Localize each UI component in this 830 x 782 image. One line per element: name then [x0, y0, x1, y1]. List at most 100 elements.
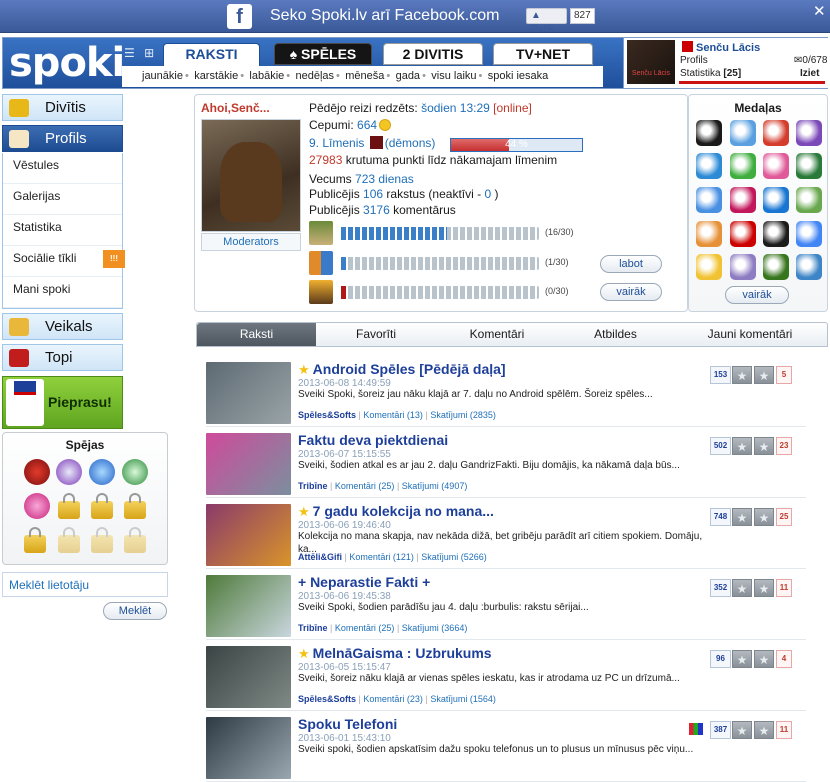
- article-category[interactable]: Spēles&Softs: [298, 694, 356, 704]
- facebook-like-button[interactable]: ▲ Patīk: [526, 8, 567, 35]
- medal-icon[interactable]: [696, 187, 722, 213]
- pieprasu-banner[interactable]: Pieprasu!: [2, 376, 123, 429]
- star-rate-icon[interactable]: ★: [754, 579, 774, 597]
- medal-icon[interactable]: [763, 153, 789, 179]
- filter-spoki-iesaka[interactable]: spoki iesaka: [488, 70, 549, 82]
- sidebar-item-topi[interactable]: Topi: [2, 344, 123, 371]
- article-thumbnail[interactable]: [206, 362, 291, 424]
- article-thumbnail[interactable]: [206, 433, 291, 495]
- article-thumbnail[interactable]: [206, 504, 291, 566]
- tab-speles[interactable]: ♠ SPĒLES: [274, 43, 372, 65]
- medal-icon[interactable]: [730, 153, 756, 179]
- filter-meneса[interactable]: mēneša: [345, 70, 384, 82]
- sidebar-item-veikals[interactable]: Veikals: [2, 313, 123, 340]
- close-icon[interactable]: ✕: [813, 2, 826, 20]
- medal-icon[interactable]: [763, 120, 789, 146]
- article-item[interactable]: + Neparastie Fakti +2013-06-06 19:45:38 S…: [206, 574, 806, 640]
- mail-counter[interactable]: ✉0/678: [794, 55, 827, 66]
- site-logo[interactable]: spoki: [5, 39, 125, 87]
- star-rate-icon[interactable]: ★: [754, 366, 774, 384]
- medal-icon[interactable]: [796, 120, 822, 146]
- article-item[interactable]: Spoku Telefoni 2013-06-01 15:43:10 Sveiki …: [206, 716, 806, 782]
- star-rate-icon[interactable]: ★: [754, 437, 774, 455]
- article-comments[interactable]: Komentāri (25): [335, 481, 395, 491]
- medal-icon[interactable]: [730, 187, 756, 213]
- ability-icon[interactable]: [56, 459, 82, 485]
- profile-photo[interactable]: [201, 119, 301, 232]
- filter-labakie[interactable]: labākie: [249, 70, 284, 82]
- article-item[interactable]: ★ MelnāGaisma : Uzbrukums 2013-06-05 15:15…: [206, 645, 806, 711]
- submenu-statistika[interactable]: Statistika: [3, 215, 122, 246]
- ability-icon[interactable]: [24, 493, 50, 519]
- medal-icon[interactable]: [763, 221, 789, 247]
- medal-icon[interactable]: [763, 254, 789, 280]
- star-rate-icon[interactable]: ★: [732, 579, 752, 597]
- ability-icon[interactable]: [24, 459, 50, 485]
- medal-icon[interactable]: [796, 254, 822, 280]
- article-thumbnail[interactable]: [206, 646, 291, 708]
- ability-icon[interactable]: [89, 459, 115, 485]
- medal-icon[interactable]: [730, 254, 756, 280]
- filter-gada[interactable]: gada: [396, 70, 420, 82]
- user-search-input[interactable]: Meklēt lietotāju: [2, 572, 168, 597]
- medal-icon[interactable]: [796, 221, 822, 247]
- star-rate-icon[interactable]: ★: [732, 721, 752, 739]
- article-comments[interactable]: Komentāri (13): [363, 410, 423, 420]
- tab-raksti[interactable]: RAKSTI: [163, 43, 260, 67]
- article-comments[interactable]: Komentāri (23): [363, 694, 423, 704]
- logout-link[interactable]: Iziet: [800, 68, 819, 79]
- star-rate-icon[interactable]: ★: [754, 721, 774, 739]
- sidebar-item-divitis[interactable]: Divītis: [2, 94, 123, 121]
- tab-atbildes[interactable]: Atbildes: [558, 323, 673, 346]
- tab-divitis[interactable]: 2 DIVITIS: [383, 43, 483, 65]
- ability-icon[interactable]: [122, 459, 148, 485]
- facebook-follow-bar[interactable]: f Seko Spoki.lv arī Facebook.com ▲ Patīk…: [0, 0, 830, 35]
- medal-icon[interactable]: [796, 187, 822, 213]
- filter-jaunakie[interactable]: jaunākie: [122, 70, 183, 82]
- article-title[interactable]: Spoku Telefoni: [298, 716, 397, 732]
- edit-button[interactable]: labot: [600, 255, 662, 273]
- moderators-link[interactable]: Moderators: [201, 233, 301, 251]
- facebook-follow-text[interactable]: Seko Spoki.lv arī Facebook.com: [270, 7, 499, 25]
- star-rate-icon[interactable]: ★: [732, 650, 752, 668]
- articles-count[interactable]: 106: [363, 187, 383, 201]
- article-title[interactable]: Faktu deva piektdienai: [298, 432, 448, 448]
- user-name[interactable]: Senču Lācis: [682, 41, 760, 54]
- statistics-link[interactable]: Statistika [25]: [680, 68, 741, 79]
- star-rate-icon[interactable]: ★: [732, 508, 752, 526]
- submenu-mani-spoki[interactable]: Mani spoki: [3, 277, 122, 308]
- submenu-galerijas[interactable]: Galerijas: [3, 184, 122, 215]
- submenu-socialie-tikli[interactable]: Sociālie tīkli!!!: [3, 246, 125, 277]
- sidebar-item-profils[interactable]: Profils: [2, 125, 123, 152]
- medal-icon[interactable]: [696, 254, 722, 280]
- inactive-count[interactable]: 0: [484, 187, 491, 201]
- article-category[interactable]: Tribīne: [298, 623, 328, 633]
- more-button[interactable]: vairāk: [600, 283, 662, 301]
- medal-icon[interactable]: [763, 187, 789, 213]
- filter-visu-laiku[interactable]: visu laiku: [431, 70, 476, 82]
- medal-icon[interactable]: [730, 120, 756, 146]
- article-category[interactable]: Spēles&Softs: [298, 410, 356, 420]
- article-title[interactable]: ★ Android Spēles [Pēdējā daļa]: [298, 361, 506, 378]
- article-comments[interactable]: Komentāri (25): [335, 623, 395, 633]
- article-thumbnail[interactable]: [206, 575, 291, 637]
- medal-icon[interactable]: [696, 120, 722, 146]
- filter-nedelas[interactable]: nedēļas: [295, 70, 334, 82]
- medal-icon[interactable]: [696, 221, 722, 247]
- tab-jauni-komentari[interactable]: Jauni komentāri: [673, 323, 827, 346]
- article-title[interactable]: ★ 7 gadu kolekcija no mana...: [298, 503, 494, 520]
- article-category[interactable]: Attēli&Gifi: [298, 552, 342, 562]
- article-category[interactable]: Tribīne: [298, 481, 328, 491]
- star-rate-icon[interactable]: ★: [732, 437, 752, 455]
- view-toggle-icon[interactable]: ☰ ⊞: [124, 46, 157, 60]
- article-comments[interactable]: Komentāri (121): [349, 552, 414, 562]
- article-item[interactable]: Faktu deva piektdienai 2013-06-07 15:15:5…: [206, 432, 806, 498]
- submenu-vestules[interactable]: Vēstules: [3, 153, 122, 184]
- medals-more-button[interactable]: vairāk: [725, 286, 789, 304]
- filter-karstakie[interactable]: karstākie: [194, 70, 238, 82]
- tab-favoriti[interactable]: Favorīti: [316, 323, 436, 346]
- star-rate-icon[interactable]: ★: [754, 508, 774, 526]
- star-rate-icon[interactable]: ★: [732, 366, 752, 384]
- article-title[interactable]: + Neparastie Fakti +: [298, 574, 430, 590]
- profile-link[interactable]: Profils: [680, 55, 708, 66]
